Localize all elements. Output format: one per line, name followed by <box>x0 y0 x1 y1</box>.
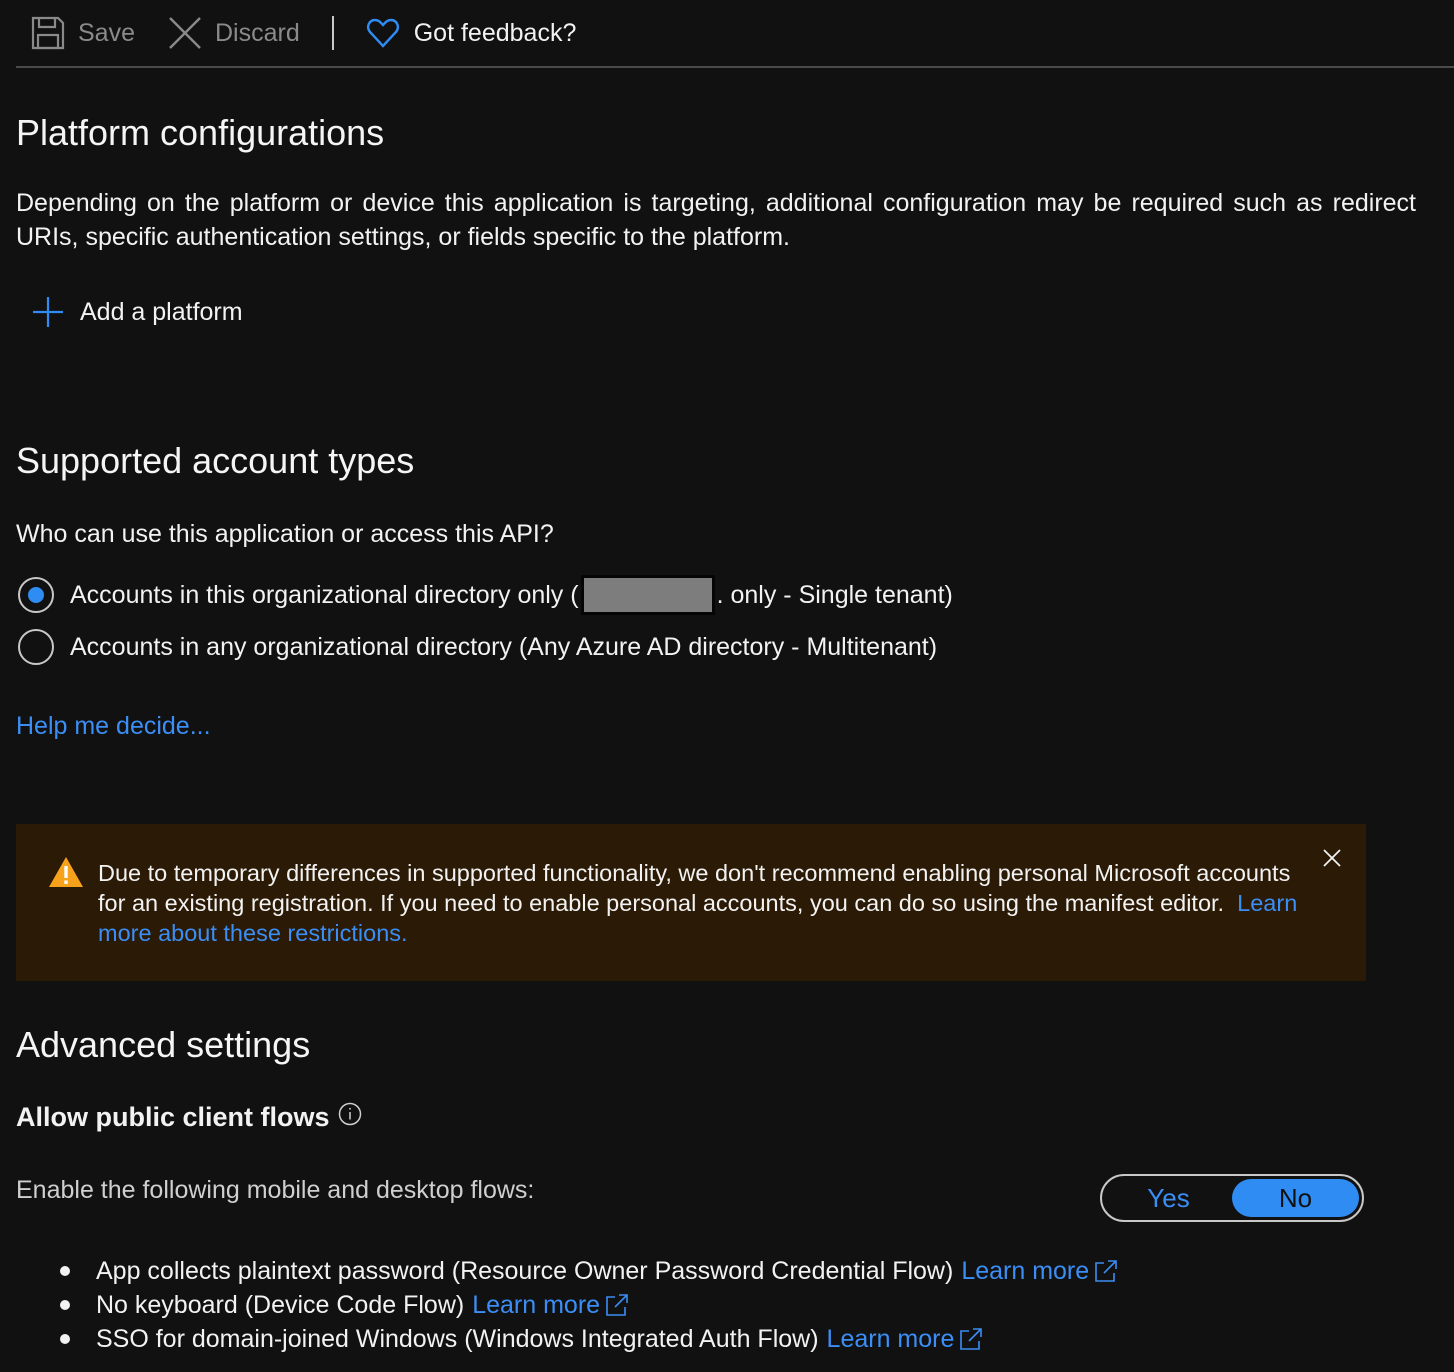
discard-button[interactable]: Discard <box>167 0 300 67</box>
bullet <box>60 1334 70 1344</box>
toolbar-divider <box>331 16 334 50</box>
plus-icon <box>32 296 64 328</box>
flow-text: App collects plaintext password (Resourc… <box>96 1257 954 1285</box>
flow-text: No keyboard (Device Code Flow) <box>96 1291 465 1319</box>
list-item: App collects plaintext password (Resourc… <box>60 1254 1119 1288</box>
external-link-icon <box>960 1328 983 1350</box>
platform-heading: Platform configurations <box>16 112 385 153</box>
feedback-button[interactable]: Got feedback? <box>366 0 577 67</box>
save-label: Save <box>78 18 135 47</box>
help-me-decide-link[interactable]: Help me decide... <box>16 712 211 741</box>
bullet <box>60 1300 70 1310</box>
radio-multitenant[interactable]: Accounts in any organizational directory… <box>18 627 937 667</box>
close-icon <box>167 15 203 51</box>
save-button[interactable]: Save <box>16 0 135 67</box>
warning-banner: Due to temporary differences in supporte… <box>16 824 1366 981</box>
dismiss-icon[interactable] <box>1322 848 1342 868</box>
list-item: SSO for domain-joined Windows (Windows I… <box>60 1322 1119 1356</box>
redacted-tenant-name <box>580 575 715 615</box>
public-client-flows-heading: Allow public client flows <box>16 1102 362 1133</box>
add-platform-button[interactable]: Add a platform <box>32 292 243 332</box>
public-client-flows-label: Allow public client flows <box>16 1102 330 1132</box>
single-tenant-label-end: . only - Single tenant) <box>716 580 953 609</box>
advanced-heading: Advanced settings <box>16 1024 311 1065</box>
learn-more-label: Learn more <box>472 1291 601 1319</box>
warning-icon <box>48 856 84 888</box>
accounts-heading: Supported account types <box>16 440 415 481</box>
bullet <box>60 1266 70 1276</box>
radio-button-checked[interactable] <box>18 577 54 613</box>
platform-description: Depending on the platform or device this… <box>16 189 1416 251</box>
toggle-no-option[interactable]: No <box>1232 1179 1359 1217</box>
external-link-icon <box>1095 1260 1117 1282</box>
warning-message: Due to temporary differences in supporte… <box>98 860 1291 916</box>
info-icon[interactable] <box>338 1102 362 1126</box>
single-tenant-label-start: Accounts in this organizational director… <box>70 580 579 609</box>
feedback-label: Got feedback? <box>413 18 577 47</box>
heart-icon <box>366 16 400 50</box>
multitenant-label: Accounts in any organizational directory… <box>70 632 938 661</box>
learn-more-label: Learn more <box>826 1325 955 1353</box>
public-client-toggle[interactable]: Yes No <box>1100 1174 1364 1222</box>
command-bar: Save Discard Got feedback? <box>16 0 1454 68</box>
save-icon <box>30 15 66 51</box>
discard-label: Discard <box>214 18 300 47</box>
radio-single-tenant[interactable]: Accounts in this organizational director… <box>18 575 953 615</box>
learn-more-link[interactable]: Learn more <box>827 1322 985 1356</box>
external-link-icon <box>606 1294 628 1316</box>
flow-text: SSO for domain-joined Windows (Windows I… <box>96 1325 819 1353</box>
warning-text: Due to temporary differences in supporte… <box>98 858 1298 948</box>
learn-more-label: Learn more <box>961 1257 1090 1285</box>
radio-button-unchecked[interactable] <box>18 629 54 665</box>
flows-label: Enable the following mobile and desktop … <box>16 1176 535 1204</box>
learn-more-link[interactable]: Learn more <box>961 1254 1119 1288</box>
toggle-yes-option[interactable]: Yes <box>1105 1179 1232 1217</box>
flows-list: App collects plaintext password (Resourc… <box>60 1254 1119 1356</box>
accounts-question: Who can use this application or access t… <box>16 520 554 548</box>
list-item: No keyboard (Device Code Flow) Learn mor… <box>60 1288 1119 1322</box>
learn-more-link[interactable]: Learn more <box>472 1288 630 1322</box>
add-platform-label: Add a platform <box>80 297 243 326</box>
